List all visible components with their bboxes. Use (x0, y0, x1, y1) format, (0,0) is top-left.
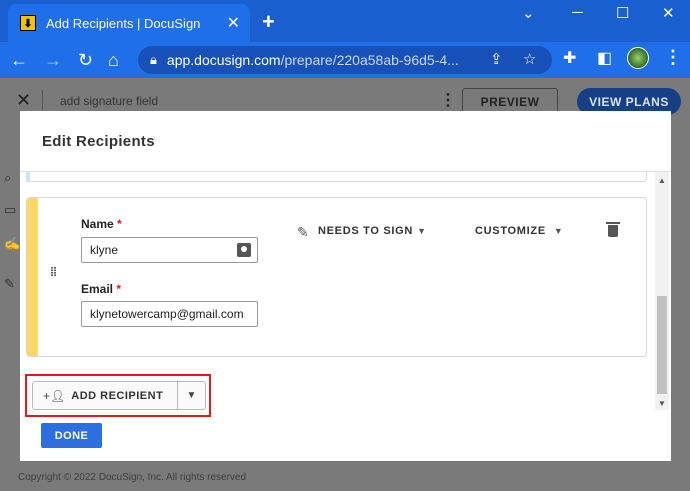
drag-handle-icon[interactable]: ⁞⁞ (50, 266, 57, 278)
customize-dropdown[interactable]: CUSTOMIZE ▼ (475, 225, 564, 237)
home-icon[interactable]: ⌂ (108, 50, 119, 71)
required-mark: * (117, 217, 122, 231)
docusign-favicon-icon: ⬇ (20, 15, 36, 31)
chevron-down-icon[interactable]: ⌄ (522, 4, 535, 22)
email-input[interactable]: klynetowercamp@gmail.com (81, 301, 258, 327)
maximize-icon[interactable]: ☐ (616, 4, 629, 22)
url-text: app.docusign.com/prepare/220a58ab-96d5-4… (167, 52, 459, 68)
profile-avatar[interactable] (627, 47, 649, 69)
reload-icon[interactable]: ↻ (78, 50, 93, 71)
recipient-color-bar (27, 198, 38, 356)
browser-toolbar: ← → ↻ ⌂ 🔒︎ app.docusign.com/prepare/220a… (0, 42, 690, 78)
contacts-icon[interactable] (237, 243, 251, 257)
browser-tab-bar: ⬇ Add Recipients | DocuSign ✕ + ⌄ ─ ☐ ✕ (0, 0, 690, 42)
window-close-icon[interactable]: ✕ (662, 4, 675, 22)
add-recipient-split-button: +👤︎ ADD RECIPIENT ▼ (32, 381, 206, 410)
forward-arrow-icon[interactable]: → (44, 50, 62, 71)
copyright-text: Copyright © 2022 DocuSign, Inc. All righ… (18, 472, 247, 483)
name-label-text: Name (81, 217, 114, 231)
trash-icon[interactable] (606, 222, 620, 237)
action-label: NEEDS TO SIGN (318, 225, 414, 237)
divider (42, 90, 43, 110)
scrollbar[interactable]: ▲ ▼ (655, 172, 669, 410)
customize-label: CUSTOMIZE (475, 225, 546, 237)
add-person-icon: +👤︎ (43, 388, 66, 403)
recipient-action-dropdown[interactable]: NEEDS TO SIGN ▼ (318, 225, 427, 237)
back-arrow-icon[interactable]: ← (10, 50, 28, 71)
edit-recipients-dialog: Edit Recipients ⁞⁞ Name * klyne Email * … (20, 111, 671, 461)
add-recipient-menu-button[interactable]: ▼ (178, 382, 205, 409)
address-bar[interactable]: 🔒︎ app.docusign.com/prepare/220a58ab-96d… (138, 46, 552, 74)
dialog-title: Edit Recipients (42, 133, 155, 150)
lock-icon[interactable]: 🔒︎ (150, 52, 157, 68)
add-recipient-button[interactable]: +👤︎ ADD RECIPIENT (33, 382, 178, 409)
scroll-up-icon[interactable]: ▲ (658, 176, 666, 185)
bookmark-star-icon[interactable]: ☆ (523, 50, 536, 68)
minimize-icon[interactable]: ─ (572, 4, 583, 21)
page-hint-text: add signature field (60, 94, 159, 108)
caret-down-icon: ▼ (553, 226, 564, 236)
url-path: /prepare/220a58ab-96d5-4... (280, 52, 459, 68)
close-tab-icon[interactable]: ✕ (227, 13, 240, 33)
recipient-card: ⁞⁞ Name * klyne Email * klynetowercamp@g… (26, 197, 647, 357)
signature-icon: ✍ (4, 236, 21, 251)
share-icon[interactable]: ⇪ (490, 50, 503, 68)
name-input[interactable]: klyne (81, 237, 258, 263)
email-value: klynetowercamp@gmail.com (90, 307, 244, 321)
search-icon: ⌕ (4, 170, 12, 185)
name-label: Name * (81, 217, 122, 231)
email-label-text: Email (81, 282, 114, 296)
tab-title: Add Recipients | DocuSign (46, 15, 201, 31)
previous-recipient-card (26, 172, 647, 182)
done-button[interactable]: DONE (41, 423, 102, 448)
field-icon: ▭ (4, 202, 17, 217)
add-recipient-label: ADD RECIPIENT (71, 389, 164, 402)
required-mark: * (116, 282, 122, 296)
caret-down-icon: ▼ (417, 226, 427, 236)
email-label: Email * (81, 282, 121, 296)
extensions-puzzle-icon[interactable]: ✚ (563, 48, 576, 68)
new-tab-button[interactable]: + (262, 9, 275, 35)
highlight-box: +👤︎ ADD RECIPIENT ▼ (25, 374, 211, 417)
browser-menu-icon[interactable]: ⋮ (664, 47, 682, 68)
previous-card-accent (26, 172, 30, 182)
scrollbar-thumb[interactable] (657, 296, 667, 394)
side-panel-icon[interactable]: ◧ (597, 48, 612, 68)
close-icon[interactable]: ✕ (16, 90, 31, 111)
more-options-icon[interactable]: ⋮ (440, 90, 456, 110)
pen-icon: ✎ (4, 276, 15, 291)
pen-icon: ✎ (297, 224, 309, 240)
name-value: klyne (90, 243, 119, 257)
url-host: app.docusign.com (166, 52, 281, 68)
scroll-down-icon[interactable]: ▼ (658, 399, 666, 408)
browser-tab[interactable]: ⬇ Add Recipients | DocuSign ✕ (8, 4, 250, 42)
